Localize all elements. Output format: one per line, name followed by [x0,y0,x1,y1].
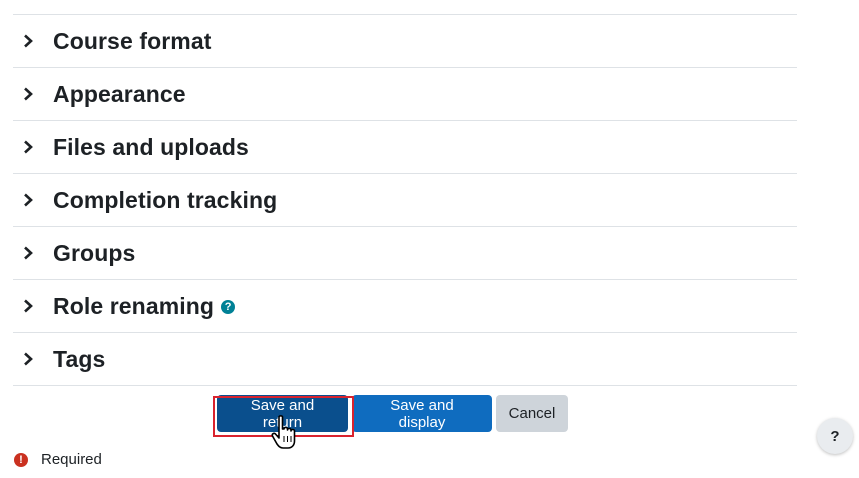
save-and-return-button[interactable]: Save and return [217,395,348,432]
section-title: Completion tracking [53,186,278,213]
form-buttons: Save and return Save and display Cancel [217,395,568,432]
section-appearance[interactable]: Appearance [13,68,797,121]
section-title: Role renaming [53,292,215,319]
chevron-right-icon [22,246,46,260]
chevron-right-icon [22,299,46,313]
chevron-right-icon [22,352,46,366]
section-title: Groups [53,239,136,266]
section-title: Files and uploads [53,133,249,160]
section-groups[interactable]: Groups [13,227,797,280]
section-course-format[interactable]: Course format [13,15,797,68]
chevron-right-icon [22,87,46,101]
exclamation-circle-icon: ! [14,452,28,467]
section-title: Tags [53,345,106,372]
collapsible-sections: Course format Appearance Files and uploa… [13,14,797,386]
save-and-display-button[interactable]: Save and display [352,395,492,432]
chevron-right-icon [22,140,46,154]
section-completion-tracking[interactable]: Completion tracking [13,174,797,227]
required-label: Required [41,451,102,468]
required-legend: ! Required [14,451,102,468]
page: Course format Appearance Files and uploa… [0,0,859,478]
question-circle-icon[interactable]: ? [221,300,236,314]
section-role-renaming[interactable]: Role renaming ? [13,280,797,333]
cancel-button[interactable]: Cancel [496,395,568,432]
chevron-right-icon [22,34,46,48]
section-files-and-uploads[interactable]: Files and uploads [13,121,797,174]
chevron-right-icon [22,193,46,207]
section-title: Appearance [53,80,186,107]
section-tags[interactable]: Tags [13,333,797,386]
section-title: Course format [53,27,212,54]
help-button[interactable]: ? [817,418,853,454]
